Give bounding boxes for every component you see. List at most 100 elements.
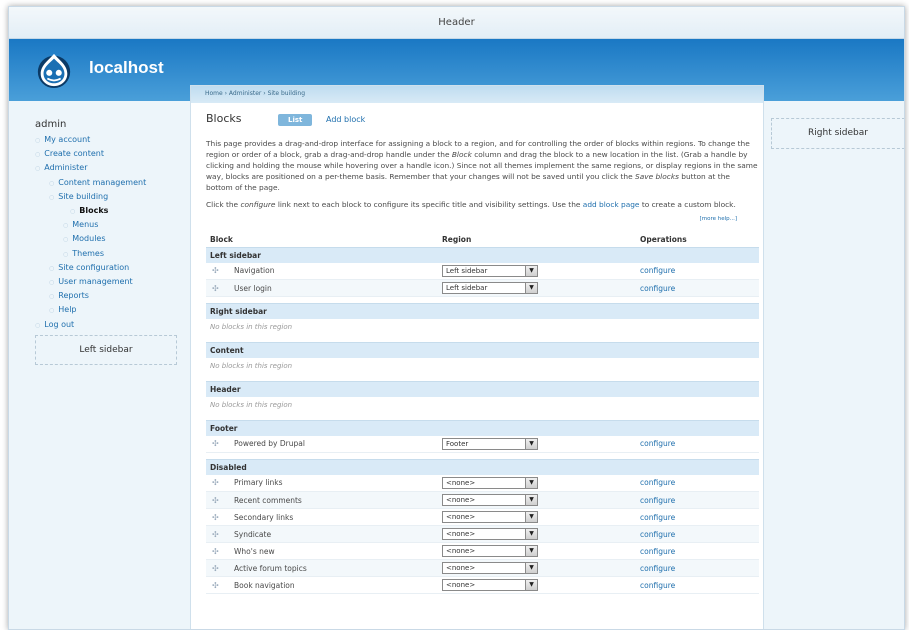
dropdown-arrow-icon[interactable]: ▼ <box>525 563 537 573</box>
configure-link[interactable]: configure <box>640 547 675 556</box>
help-paragraph-1: This page provides a drag-and-drop inter… <box>206 138 758 193</box>
user-menu: admin ○ My account ○ Create content ○ Adminis… <box>35 119 185 332</box>
drag-handle-icon[interactable]: ✣ <box>212 496 224 505</box>
menu-item[interactable]: ○ Administer <box>35 161 185 175</box>
spacer-cell <box>206 414 759 421</box>
region-select-value: <none> <box>446 530 476 538</box>
region-select[interactable]: <none> ▼ <box>442 562 538 574</box>
drag-handle-icon[interactable]: ✣ <box>212 581 224 590</box>
dropdown-arrow-icon[interactable]: ▼ <box>525 580 537 590</box>
configure-link[interactable]: configure <box>640 284 675 293</box>
dropdown-arrow-icon[interactable]: ▼ <box>525 283 537 293</box>
menu-item[interactable]: ○ Blocks <box>35 204 185 218</box>
region-select-value: Left sidebar <box>446 266 488 275</box>
menu-item[interactable]: ○ My account <box>35 133 185 147</box>
page-frame: Header localhost Home › Administer › Sit… <box>8 6 905 630</box>
bullet-icon: ○ <box>63 222 69 230</box>
menu-item-label: Blocks <box>79 206 109 216</box>
help-text-part: Click the <box>206 200 241 209</box>
region-select-value: <none> <box>446 496 476 504</box>
dropdown-arrow-icon[interactable]: ▼ <box>525 265 537 276</box>
dropdown-arrow-icon[interactable]: ▼ <box>525 477 537 488</box>
region-select[interactable]: <none> ▼ <box>442 545 538 557</box>
drag-handle-icon[interactable]: ✣ <box>212 439 224 448</box>
menu-item[interactable]: ○ User management <box>35 275 185 289</box>
menu-item-label: Administer <box>44 163 88 173</box>
dropdown-arrow-icon[interactable]: ▼ <box>525 495 537 505</box>
region-select-value: Footer <box>446 439 469 448</box>
spacer-row <box>206 336 759 343</box>
drag-handle-icon[interactable]: ✣ <box>212 547 224 556</box>
configure-link[interactable]: configure <box>640 439 675 448</box>
more-help-link[interactable]: [more help...] <box>203 216 751 226</box>
menu-item[interactable]: ○ Themes <box>35 247 185 261</box>
region-select[interactable]: Left sidebar ▼ <box>442 282 538 294</box>
bullet-icon: ○ <box>49 293 55 301</box>
menu-item-label: Help <box>58 305 77 315</box>
dropdown-arrow-icon[interactable]: ▼ <box>525 529 537 539</box>
menu-item-label: Modules <box>72 234 106 244</box>
bullet-icon: ○ <box>49 264 55 272</box>
region-select-value: <none> <box>446 581 476 589</box>
add-block-page-link[interactable]: add block page <box>583 200 640 209</box>
empty-region-row: No blocks in this region <box>206 319 759 336</box>
drag-handle-icon[interactable]: ✣ <box>212 530 224 539</box>
block-name: Navigation <box>234 266 275 276</box>
menu-item[interactable]: ○ Reports <box>35 289 185 303</box>
menu-item[interactable]: ○ Modules <box>35 232 185 246</box>
spacer-row <box>206 453 759 460</box>
dropdown-arrow-icon[interactable]: ▼ <box>525 438 537 449</box>
configure-link[interactable]: configure <box>640 581 675 590</box>
block-cell: ✣ Primary links <box>206 474 438 492</box>
help-text-part: to create a custom block. <box>639 200 736 209</box>
menu-item[interactable]: ○ Site building <box>35 190 185 204</box>
menu-item[interactable]: ○ Log out <box>35 318 185 332</box>
region-select[interactable]: Footer ▼ <box>442 437 538 450</box>
configure-link[interactable]: configure <box>640 266 675 275</box>
menu-item[interactable]: ○ Site configuration <box>35 261 185 275</box>
tab-add-block[interactable]: Add block <box>326 115 365 124</box>
block-cell: ✣ Navigation <box>206 262 438 280</box>
region-cell: <none> ▼ <box>438 508 636 526</box>
tab-list[interactable]: List <box>278 114 313 126</box>
menu-item[interactable]: ○ Help <box>35 303 185 317</box>
drag-handle-icon[interactable]: ✣ <box>212 564 224 573</box>
empty-region-text: No blocks in this region <box>210 362 293 370</box>
menu-item[interactable]: ○ Create content <box>35 147 185 161</box>
configure-link[interactable]: configure <box>640 496 675 505</box>
menu-item[interactable]: ○ Content management <box>35 176 185 190</box>
region-title: Right sidebar <box>206 303 759 319</box>
drupal-drop-icon[interactable] <box>35 51 73 89</box>
drag-handle-icon[interactable]: ✣ <box>212 513 224 522</box>
region-header-row: Right sidebar <box>206 303 759 319</box>
menu-item-label: Site building <box>58 191 109 201</box>
bullet-icon: ○ <box>35 137 41 144</box>
empty-region-text: No blocks in this region <box>210 401 293 409</box>
region-select[interactable]: <none> ▼ <box>442 476 538 489</box>
menu-item-label: Menus <box>72 220 99 230</box>
region-select[interactable]: Left sidebar ▼ <box>442 264 538 277</box>
block-cell: ✣ Book navigation <box>206 576 438 594</box>
drag-handle-icon[interactable]: ✣ <box>212 266 224 275</box>
block-name: Powered by Drupal <box>234 439 305 449</box>
region-select[interactable]: <none> ▼ <box>442 494 538 506</box>
drag-handle-icon[interactable]: ✣ <box>212 478 224 487</box>
dropdown-arrow-icon[interactable]: ▼ <box>525 546 537 556</box>
blocks-table: Block Region Operations Left sidebar ✣ Nav… <box>206 232 759 594</box>
configure-link[interactable]: configure <box>640 513 675 522</box>
blocks-table-body: Left sidebar ✣ Navigation Left sidebar ▼ conf… <box>206 247 759 594</box>
region-select[interactable]: <none> ▼ <box>442 579 538 591</box>
dropdown-arrow-icon[interactable]: ▼ <box>525 512 537 522</box>
region-cell: <none> ▼ <box>438 559 636 577</box>
breadcrumb[interactable]: Home › Administer › Site building <box>191 86 763 103</box>
configure-link[interactable]: configure <box>640 530 675 539</box>
operations-cell: configure <box>636 559 759 577</box>
site-name[interactable]: localhost <box>89 58 164 78</box>
block-cell: ✣ Syndicate <box>206 525 438 543</box>
region-select[interactable]: <none> ▼ <box>442 528 538 540</box>
configure-link[interactable]: configure <box>640 564 675 573</box>
drag-handle-icon[interactable]: ✣ <box>212 284 224 293</box>
configure-link[interactable]: configure <box>640 478 675 487</box>
region-select[interactable]: <none> ▼ <box>442 511 538 523</box>
menu-item[interactable]: ○ Menus <box>35 218 185 232</box>
